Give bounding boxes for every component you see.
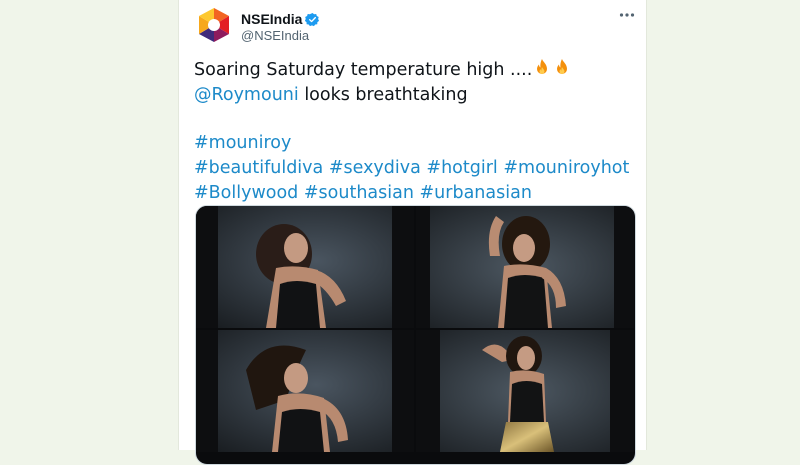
hashtag-link[interactable]: #hotgirl: [426, 158, 497, 178]
mention-link[interactable]: @Roymouni: [194, 85, 299, 105]
photo-3[interactable]: [196, 330, 414, 452]
author-name-row: NSEIndia: [241, 11, 320, 27]
photo-2[interactable]: [416, 206, 634, 328]
hashtag-link[interactable]: #urbanasian: [420, 183, 532, 203]
tweet-text-line-1: Soaring Saturday temperature high ....: [194, 58, 634, 83]
nse-logo-icon: [195, 6, 233, 44]
fire-emoji-icon: [532, 58, 552, 78]
hashtag-row-1: #mouniroy: [194, 131, 634, 156]
photo-4[interactable]: [416, 330, 634, 452]
fire-emoji-icon: [552, 58, 572, 78]
hashtag-row-2: #beautifuldiva #sexydiva #hotgirl #mouni…: [194, 156, 634, 181]
hashtag-link[interactable]: #beautifuldiva: [194, 158, 323, 178]
nse-logo-avatar[interactable]: [195, 6, 233, 44]
hashtag-link[interactable]: #southasian: [304, 183, 414, 203]
photo-1[interactable]: [196, 206, 414, 328]
hashtag-link[interactable]: #mouniroy: [194, 133, 291, 153]
verified-badge-icon: [305, 12, 320, 27]
hashtag-link[interactable]: #sexydiva: [329, 158, 421, 178]
hashtag-link[interactable]: #Bollywood: [194, 183, 298, 203]
author-handle[interactable]: @NSEIndia: [241, 28, 309, 43]
media-grid: [195, 205, 636, 465]
hashtag-row-3: #Bollywood #southasian #urbanasian: [194, 181, 634, 206]
tweet-text-line-2: @Roymouni looks breathtaking: [194, 83, 634, 108]
tweet-card: NSEIndia @NSEIndia Soaring Saturday temp…: [178, 0, 647, 465]
hashtag-link[interactable]: #mouniroyhot: [503, 158, 629, 178]
author-display-name[interactable]: NSEIndia: [241, 11, 302, 27]
tweet-text: Soaring Saturday temperature high .... @…: [194, 58, 634, 206]
tweet-text-rest: looks breathtaking: [298, 85, 468, 105]
tweet-text-intro: Soaring Saturday temperature high ....: [194, 60, 533, 80]
more-options-icon[interactable]: [619, 9, 635, 19]
